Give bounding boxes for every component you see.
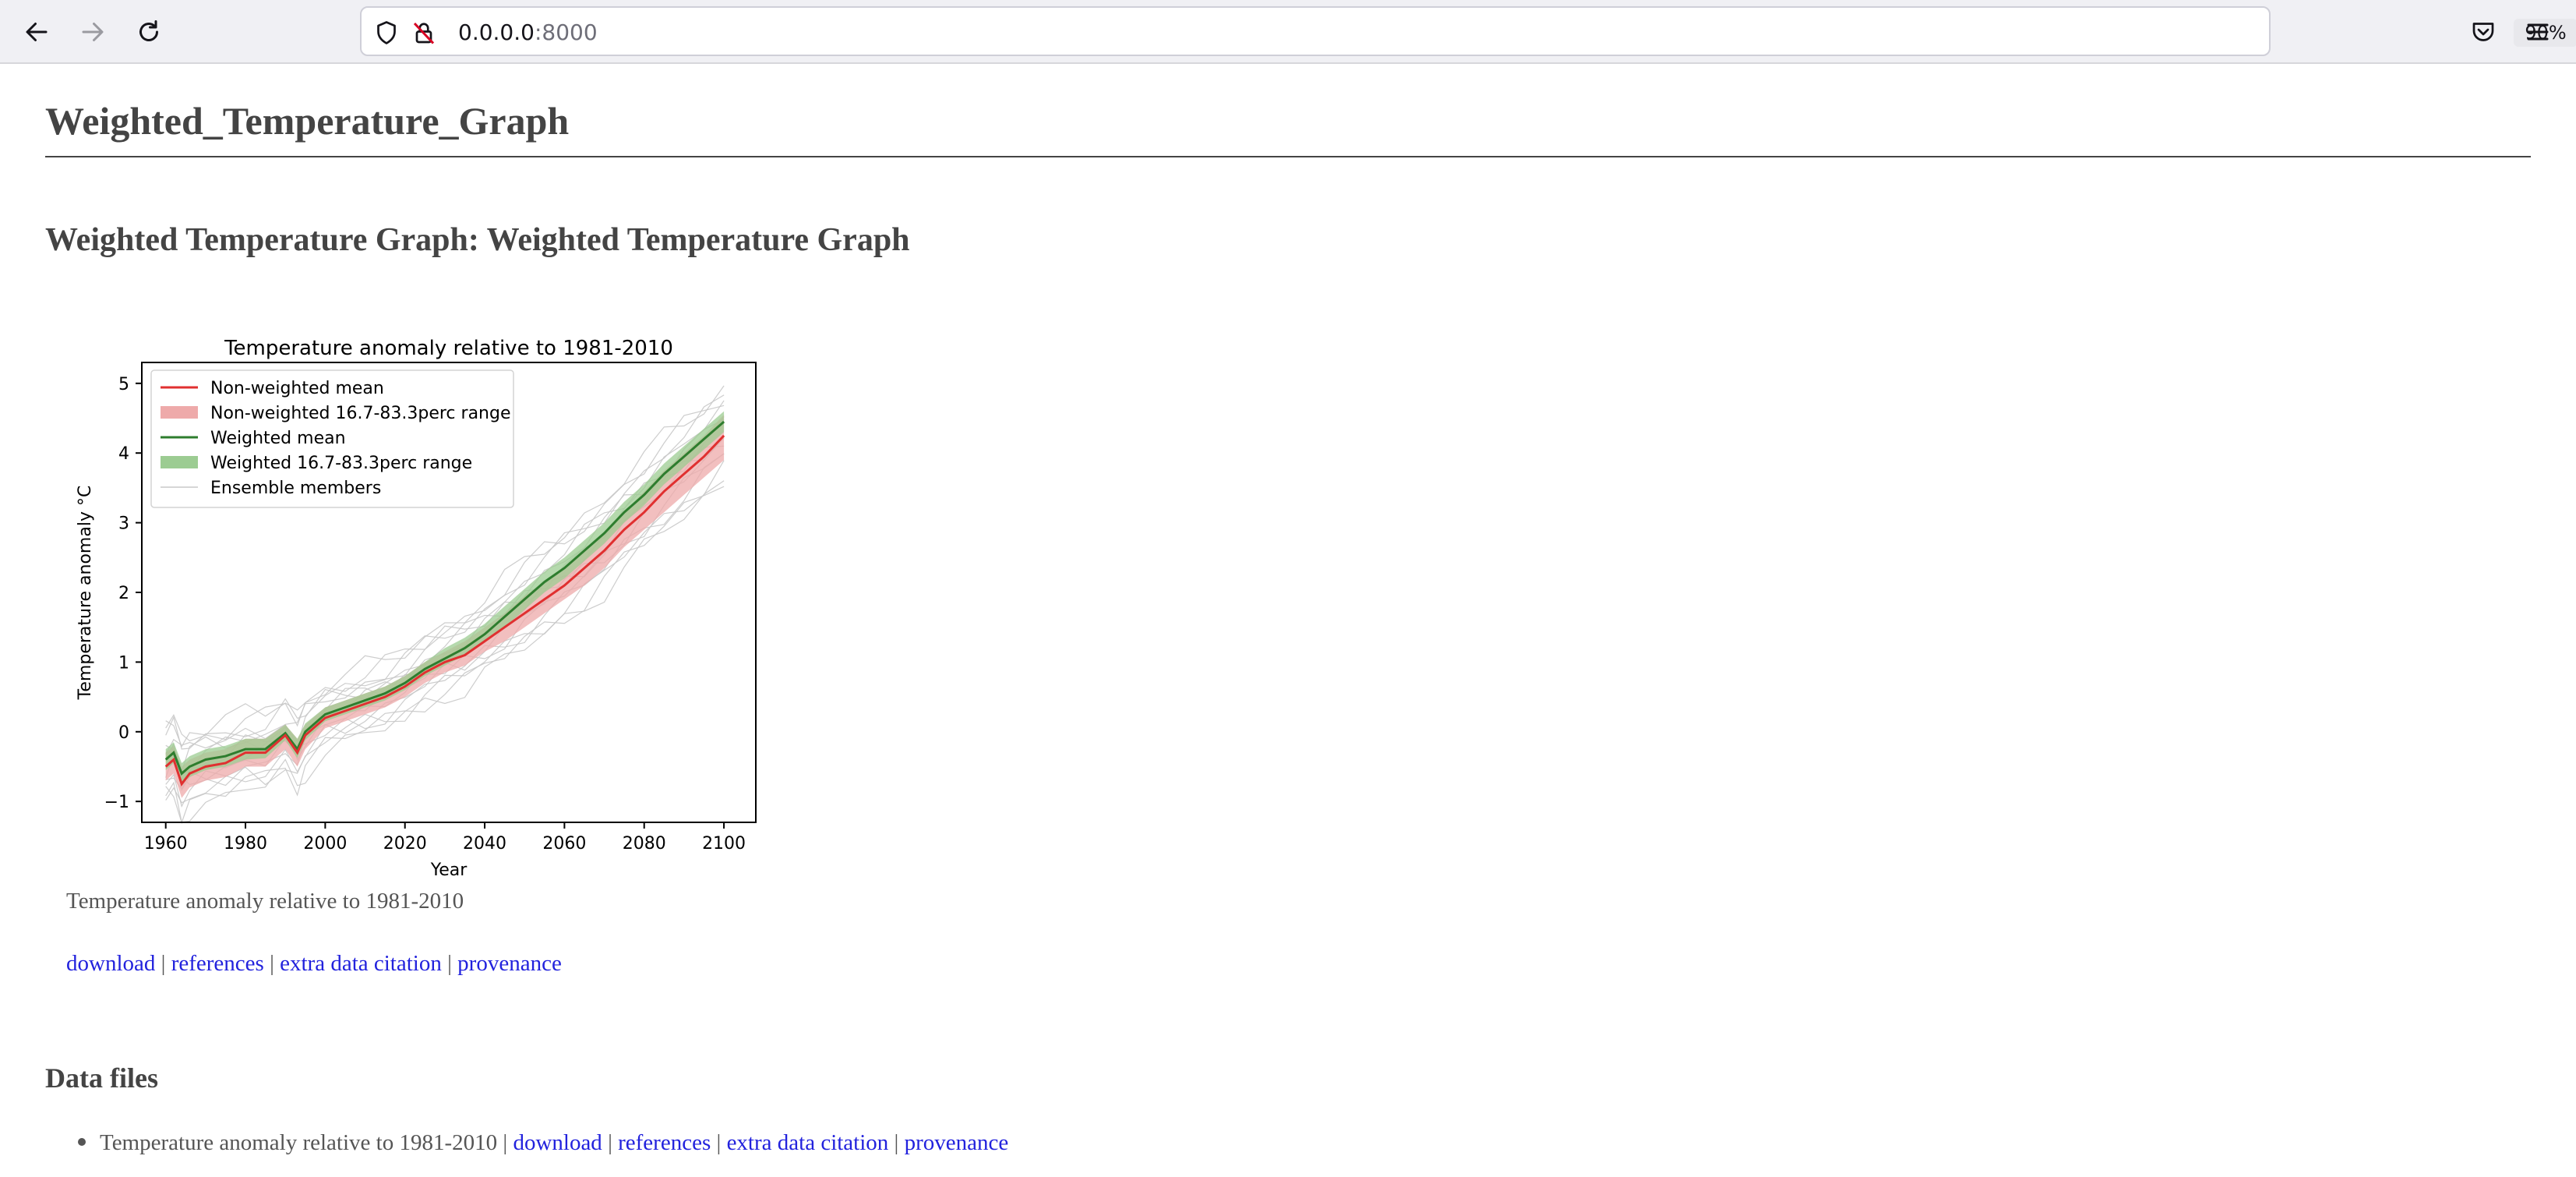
legend-swatch (161, 456, 198, 468)
url-port: :8000 (534, 19, 598, 45)
y-tick-label: 2 (118, 584, 129, 603)
chart-legend: Non-weighted mean Non-weighted 16.7-83.3p… (150, 369, 514, 508)
separator: | (711, 1130, 727, 1155)
x-tick-label: 2060 (542, 834, 586, 854)
separator: | (155, 951, 171, 976)
figure-caption: Temperature anomaly relative to 1981-201… (66, 889, 464, 914)
insecure-lock-icon[interactable] (410, 19, 438, 47)
legend-label: Weighted mean (210, 429, 346, 448)
hamburger-menu-icon (2527, 23, 2549, 41)
section-title: Weighted Temperature Graph: Weighted Tem… (45, 222, 910, 258)
bullet-icon (78, 1138, 86, 1147)
y-tick-label: 3 (118, 514, 129, 534)
y-tick-label: 5 (118, 375, 129, 394)
x-tick-label: 2100 (702, 834, 746, 854)
reload-button[interactable] (129, 12, 168, 51)
legend-swatch (161, 406, 198, 419)
title-divider (45, 156, 2531, 157)
shield-icon[interactable] (372, 19, 401, 47)
menu-button[interactable] (2518, 12, 2557, 51)
data-file-provenance-link[interactable]: provenance (905, 1130, 1009, 1155)
url-host: 0.0.0.0 (458, 19, 535, 45)
url-bar[interactable]: 0.0.0.0:8000 90% (360, 6, 2576, 56)
legend-label: Non-weighted 16.7-83.3perc range (210, 404, 511, 423)
provenance-link[interactable]: provenance (457, 951, 562, 976)
chart-title: Temperature anomaly relative to 1981-201… (224, 337, 673, 360)
separator: | (888, 1130, 905, 1155)
x-tick-label: 1980 (224, 834, 267, 854)
arrow-left-icon (26, 23, 48, 41)
x-axis-label: Year (430, 861, 468, 880)
x-tick-label: 2040 (463, 834, 506, 854)
separator: | (263, 951, 281, 976)
pocket-icon (2472, 23, 2494, 41)
y-axis-label: Temperature anomaly °C (76, 486, 95, 701)
temperature-chart: 1960 1980 2000 2020 2040 2060 2080 2100 −1 0 1 2 3 4 5… (76, 337, 757, 880)
data-files-heading: Data files (45, 1062, 158, 1094)
browser-toolbar: 0.0.0.0:8000 90% (0, 0, 2576, 64)
references-link[interactable]: references (171, 951, 264, 976)
y-tick-label: 4 (118, 444, 129, 464)
pocket-button[interactable] (2464, 12, 2503, 51)
back-button[interactable] (17, 12, 56, 51)
separator: | (441, 951, 458, 976)
data-file-label: Temperature anomaly relative to 1981-201… (100, 1130, 498, 1155)
x-tick-label: 2080 (623, 834, 666, 854)
download-link[interactable]: download (66, 951, 155, 976)
x-tick-label: 2020 (383, 834, 427, 854)
legend-label: Ensemble members (210, 479, 381, 498)
legend-label: Non-weighted mean (210, 379, 384, 398)
separator: | (602, 1130, 619, 1155)
data-file-extra-data-citation-link[interactable]: extra data citation (727, 1130, 889, 1155)
url-text[interactable]: 0.0.0.0:8000 (458, 17, 598, 48)
data-file-references-link[interactable]: references (618, 1130, 711, 1155)
x-tick-label: 1960 (144, 834, 188, 854)
extra-data-citation-link[interactable]: extra data citation (280, 951, 442, 976)
data-file-download-link[interactable]: download (513, 1130, 602, 1155)
reload-icon (139, 20, 158, 41)
forward-button[interactable] (73, 12, 112, 51)
page-title: Weighted_Temperature_Graph (45, 99, 570, 143)
arrow-right-icon (82, 23, 104, 41)
y-tick-label: −1 (104, 793, 129, 812)
separator: | (497, 1130, 513, 1155)
data-file-list-item: Temperature anomaly relative to 1981-201… (78, 1130, 1008, 1156)
figure-links: download | references | extra data citat… (66, 951, 562, 977)
y-tick-label: 0 (118, 723, 129, 743)
legend-label: Weighted 16.7-83.3perc range (210, 454, 472, 473)
y-tick-label: 1 (118, 653, 129, 673)
x-tick-label: 2000 (303, 834, 347, 854)
